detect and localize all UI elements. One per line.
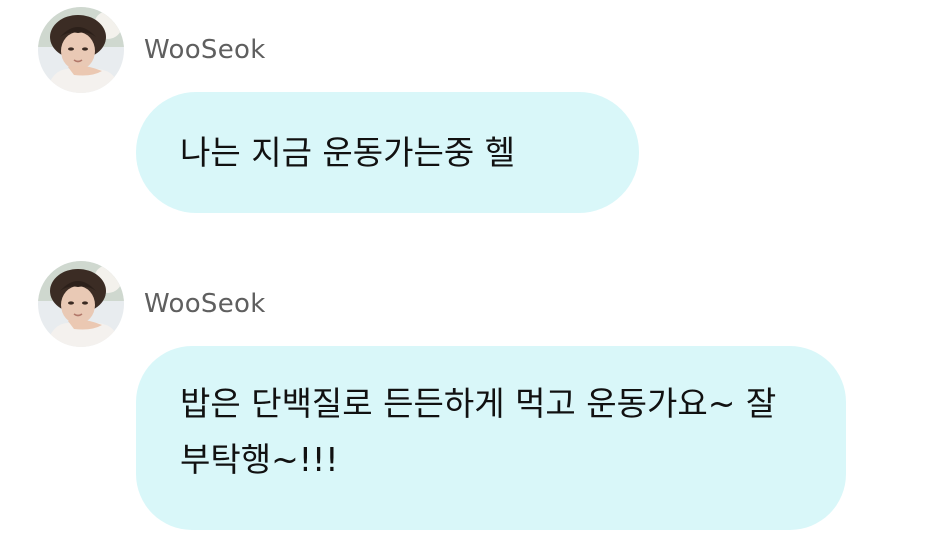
- profile-photo-icon: [38, 261, 124, 347]
- sender-name: WooSeok: [144, 35, 266, 65]
- avatar[interactable]: [38, 261, 124, 347]
- message-bubble[interactable]: 밥은 단백질로 든든하게 먹고 운동가요~ 잘 부탁행~!!!: [136, 346, 846, 530]
- profile-photo-icon: [38, 7, 124, 93]
- sender-name: WooSeok: [144, 289, 266, 319]
- message-bubble[interactable]: 나는 지금 운동가는중 헬: [136, 92, 639, 213]
- avatar[interactable]: [38, 7, 124, 93]
